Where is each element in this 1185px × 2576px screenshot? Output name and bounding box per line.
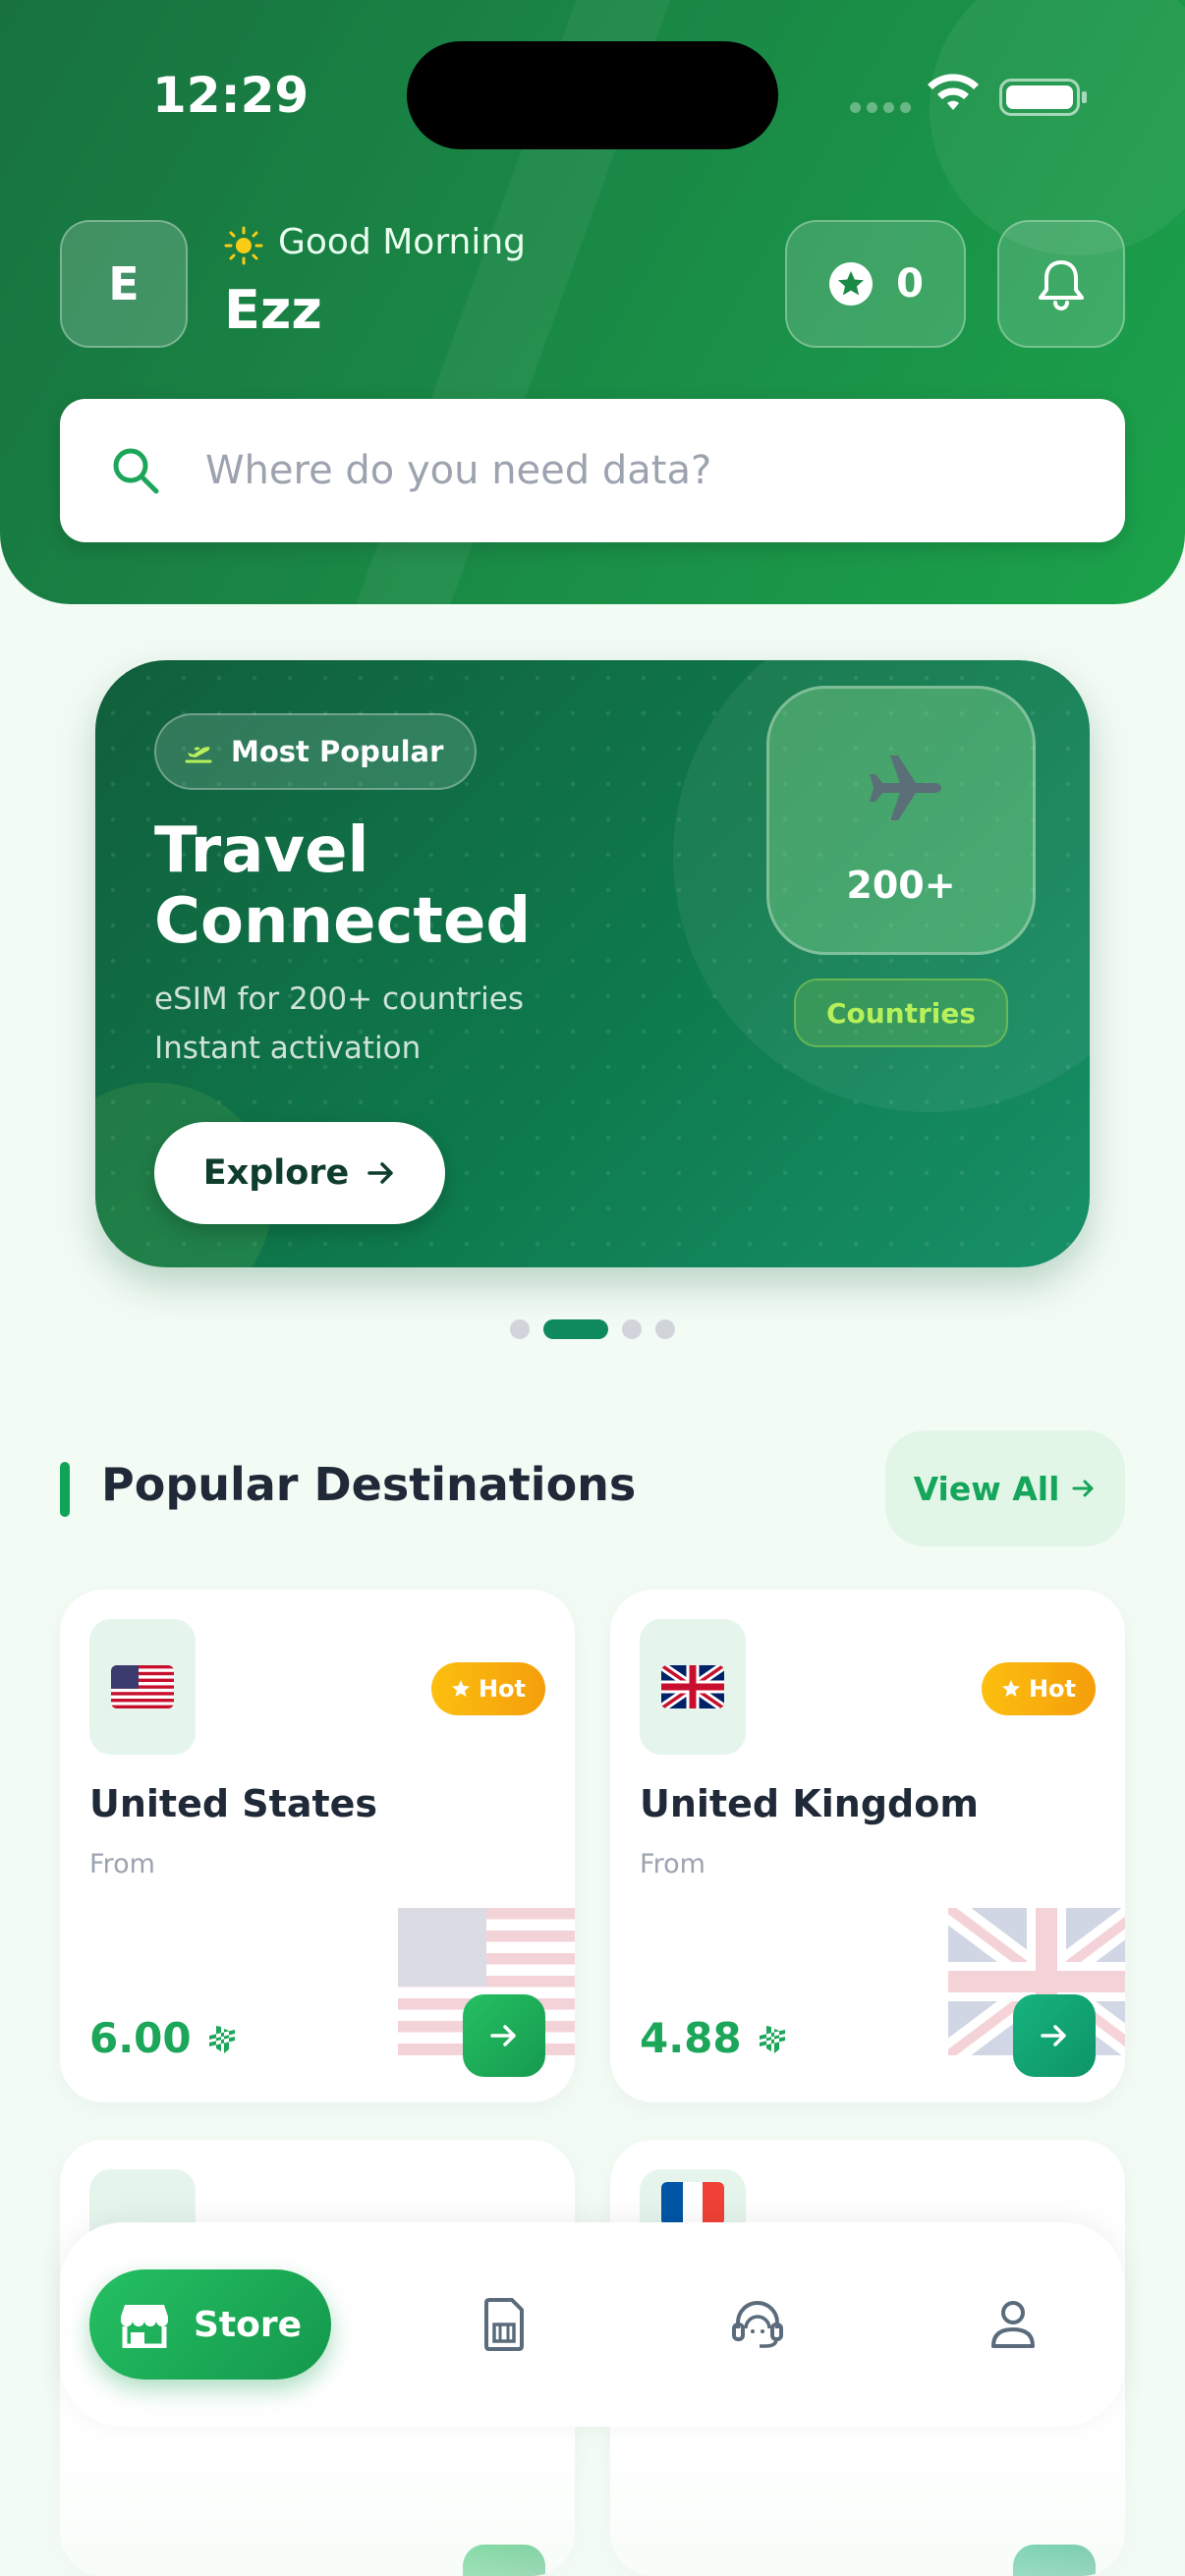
flag-container xyxy=(89,1619,196,1755)
banner-subtitle: eSIM for 200+ countries Instant activati… xyxy=(154,975,705,1073)
profile-icon xyxy=(991,2301,1035,2348)
flag-container xyxy=(640,1619,746,1755)
header: 12:29 E Good Morning Ezz 0 xyxy=(0,0,1185,604)
search-bar[interactable] xyxy=(60,399,1125,542)
view-all-label: View All xyxy=(913,1469,1060,1508)
destination-card[interactable]: Hot United Kingdom From 4.88 xyxy=(610,1590,1125,2102)
pager-dot-active[interactable] xyxy=(543,1319,608,1339)
plane-takeoff-icon xyxy=(185,747,212,763)
airplane-icon xyxy=(870,756,941,820)
nav-store-label: Store xyxy=(193,2304,303,2345)
points-button[interactable]: 0 xyxy=(785,220,966,348)
destination-price: 4.88 xyxy=(640,2014,789,2062)
nav-esim-tab[interactable] xyxy=(465,2285,543,2364)
hot-badge: Hot xyxy=(431,1662,545,1715)
nav-support-tab[interactable] xyxy=(718,2285,797,2364)
countries-stat: 200+ xyxy=(766,686,1036,955)
search-input[interactable] xyxy=(205,448,1070,493)
pager-dot[interactable] xyxy=(622,1319,642,1339)
view-all-button[interactable]: View All xyxy=(885,1430,1125,1546)
section-title: Popular Destinations xyxy=(101,1458,637,1511)
arrow-right-icon xyxy=(490,2025,516,2046)
from-label: From xyxy=(640,1849,705,1879)
notifications-button[interactable] xyxy=(997,220,1125,348)
banner-title: Travel Connected xyxy=(154,814,532,958)
bottom-fade xyxy=(0,2427,1185,2576)
explore-button[interactable]: Explore xyxy=(154,1122,445,1224)
nav-store-tab[interactable]: Store xyxy=(89,2269,331,2380)
badge-label: Most Popular xyxy=(231,735,444,768)
riyal-icon xyxy=(760,2026,786,2053)
banner-subtitle-line: eSIM for 200+ countries xyxy=(154,981,525,1017)
status-time: 12:29 xyxy=(152,67,310,124)
nav-profile-tab[interactable] xyxy=(974,2285,1052,2364)
destination-card[interactable]: Hot United States From 6.00 xyxy=(60,1590,575,2102)
sun-icon xyxy=(224,226,263,265)
star-circle-icon xyxy=(829,262,874,306)
hot-label: Hot xyxy=(1028,1675,1077,1703)
greeting-text: Good Morning xyxy=(278,222,526,262)
banner-pager xyxy=(0,1319,1185,1339)
explore-label: Explore xyxy=(202,1153,350,1193)
us-flag-icon xyxy=(111,1665,174,1708)
destination-name: United Kingdom xyxy=(640,1782,979,1825)
dynamic-island xyxy=(407,41,778,149)
signal-icon xyxy=(850,102,911,113)
uk-flag-icon xyxy=(661,1665,724,1708)
section-accent-bar xyxy=(60,1462,70,1517)
price-value: 4.88 xyxy=(640,2014,742,2062)
riyal-icon xyxy=(209,2026,236,2053)
search-icon xyxy=(113,448,159,494)
destination-price: 6.00 xyxy=(89,2014,239,2062)
destination-name: United States xyxy=(89,1782,378,1825)
price-value: 6.00 xyxy=(89,2014,192,2062)
select-destination-button[interactable] xyxy=(1013,1994,1096,2077)
battery-icon xyxy=(999,79,1087,116)
fr-flag-icon xyxy=(661,2182,724,2225)
star-icon xyxy=(1001,1680,1020,1697)
banner-subtitle-line: Instant activation xyxy=(154,1031,422,1066)
star-icon xyxy=(451,1680,470,1697)
store-icon xyxy=(120,2305,168,2348)
wifi-icon xyxy=(928,74,979,110)
pager-dot[interactable] xyxy=(510,1319,530,1339)
hot-label: Hot xyxy=(478,1675,527,1703)
select-destination-button[interactable] xyxy=(463,1994,545,2077)
pager-dot[interactable] xyxy=(655,1319,675,1339)
bell-icon xyxy=(1039,260,1084,310)
most-popular-badge: Most Popular xyxy=(154,713,478,790)
arrow-right-icon xyxy=(1072,1480,1094,1497)
username: Ezz xyxy=(224,279,322,341)
avatar[interactable]: E xyxy=(60,220,188,348)
hot-badge: Hot xyxy=(982,1662,1096,1715)
sim-card-icon xyxy=(484,2298,524,2351)
support-headset-icon xyxy=(732,2301,783,2348)
points-count: 0 xyxy=(896,261,924,307)
arrow-right-icon xyxy=(1041,2025,1066,2046)
promo-banner[interactable]: Most Popular Travel Connected eSIM for 2… xyxy=(95,660,1090,1267)
countries-count: 200+ xyxy=(846,864,956,907)
from-label: From xyxy=(89,1849,155,1879)
bottom-navigation: Store xyxy=(60,2222,1125,2427)
header-glow xyxy=(930,0,1185,255)
countries-label: Countries xyxy=(794,979,1008,1047)
arrow-right-icon xyxy=(367,1162,394,1184)
